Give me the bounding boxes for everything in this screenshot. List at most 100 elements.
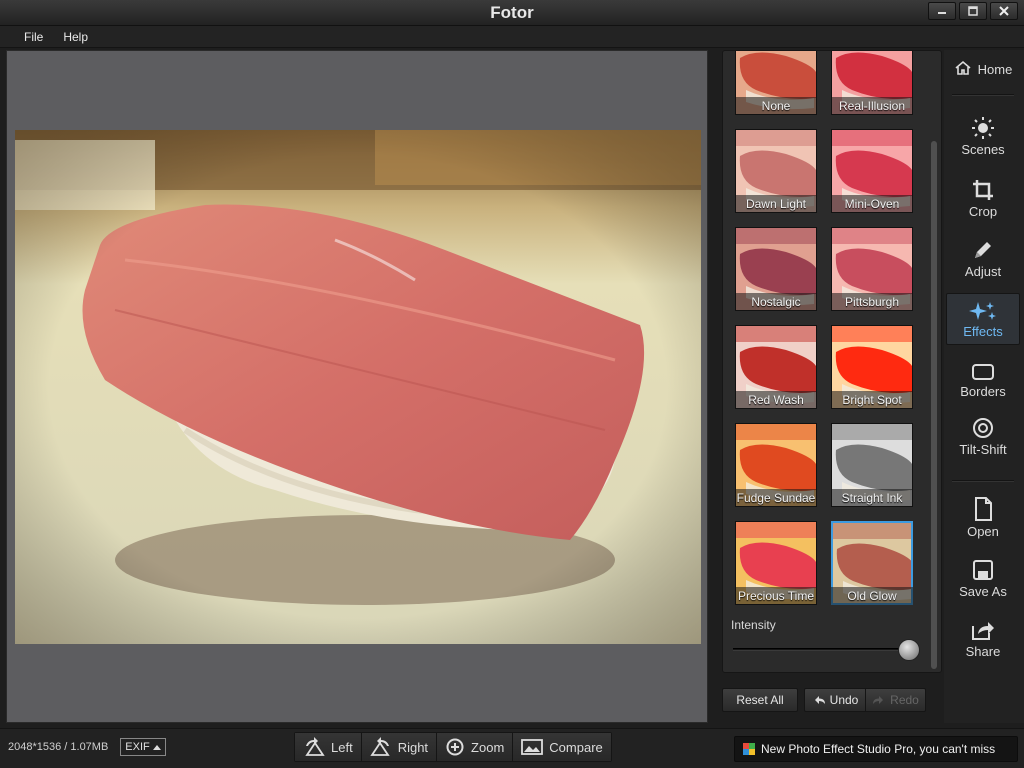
compare-label: Compare bbox=[549, 739, 603, 755]
effects-panel: None Real-Illusion Dawn Light Mini-Oven Nost… bbox=[722, 50, 942, 673]
zoom-button[interactable]: Zoom bbox=[437, 733, 514, 761]
promo-text: New Photo Effect Studio Pro, you can't m… bbox=[761, 742, 996, 756]
photo-preview[interactable] bbox=[15, 130, 701, 644]
undo-icon bbox=[814, 696, 825, 704]
share-icon bbox=[972, 622, 994, 640]
app-title: Fotor bbox=[490, 3, 534, 22]
effect-pittsburgh[interactable]: Pittsburgh bbox=[829, 225, 915, 313]
sidebar-item-label: Home bbox=[977, 61, 1013, 77]
right-sidebar: Home Scenes Crop Adjust Effects Borders … bbox=[944, 50, 1024, 723]
effect-bright-spot[interactable]: Bright Spot bbox=[829, 323, 915, 411]
menu-file[interactable]: File bbox=[14, 30, 53, 44]
effect-label: Precious Time bbox=[735, 587, 817, 605]
effect-real-illusion[interactable]: Real-Illusion bbox=[829, 51, 915, 117]
rotate-right-label: Right bbox=[397, 739, 429, 755]
zoom-icon bbox=[446, 738, 464, 756]
effect-straight-ink[interactable]: Straight Ink bbox=[829, 421, 915, 509]
close-button[interactable] bbox=[990, 2, 1018, 20]
sidebar-item-label: Tilt-Shift bbox=[959, 442, 1007, 457]
zoom-label: Zoom bbox=[471, 739, 505, 755]
effect-label: Straight Ink bbox=[831, 489, 913, 507]
effect-label: None bbox=[735, 97, 817, 115]
minimize-button[interactable] bbox=[928, 2, 956, 20]
effect-label: Old Glow bbox=[831, 587, 913, 605]
home-icon bbox=[955, 60, 971, 75]
menu-bar: File Help bbox=[0, 26, 1024, 48]
sidebar-item-label: Adjust bbox=[964, 264, 1002, 279]
sidebar-item-effects[interactable]: Effects bbox=[946, 293, 1020, 345]
intensity-label: Intensity bbox=[731, 618, 776, 632]
undo-redo-group: Undo Redo bbox=[804, 688, 926, 712]
image-canvas[interactable] bbox=[6, 50, 708, 723]
close-icon bbox=[999, 6, 1009, 16]
sidebar-item-scenes[interactable]: Scenes bbox=[946, 116, 1020, 157]
effect-nostalgic[interactable]: Nostalgic bbox=[733, 225, 819, 313]
sidebar-item-label: Effects bbox=[963, 324, 1003, 339]
sidebar-item-save-as[interactable]: Save As bbox=[946, 558, 1020, 599]
sidebar-item-label: Save As bbox=[959, 584, 1007, 599]
sidebar-item-label: Share bbox=[965, 644, 1001, 659]
bottom-toolbar: Left Right Zoom Compare bbox=[294, 732, 612, 762]
minimize-icon bbox=[938, 12, 946, 14]
rotate-left-icon bbox=[305, 737, 325, 756]
reset-all-button[interactable]: Reset All bbox=[722, 688, 798, 712]
effect-label: Fudge Sundae bbox=[735, 489, 817, 507]
menu-help[interactable]: Help bbox=[53, 30, 98, 44]
panel-scrollbar[interactable] bbox=[931, 141, 937, 669]
sidebar-item-open[interactable]: Open bbox=[946, 496, 1020, 539]
rotate-left-label: Left bbox=[331, 739, 353, 755]
rotate-right-icon bbox=[370, 737, 390, 756]
color-logo-icon bbox=[743, 743, 755, 755]
maximize-button[interactable] bbox=[959, 2, 987, 20]
effect-mini-oven[interactable]: Mini-Oven bbox=[829, 127, 915, 215]
promo-banner[interactable]: New Photo Effect Studio Pro, you can't m… bbox=[734, 736, 1018, 762]
rotate-left-button[interactable]: Left bbox=[295, 733, 362, 761]
sidebar-item-share[interactable]: Share bbox=[946, 618, 1020, 659]
effect-precious-time[interactable]: Precious Time bbox=[733, 519, 819, 607]
undo-label: Undo bbox=[829, 693, 859, 707]
exif-label: EXIF bbox=[125, 741, 150, 753]
sidebar-item-tilt-shift[interactable]: Tilt-Shift bbox=[946, 416, 1020, 457]
sidebar-item-label: Crop bbox=[968, 204, 998, 219]
effect-label: Nostalgic bbox=[735, 293, 817, 311]
redo-button[interactable]: Redo bbox=[866, 688, 926, 712]
panel-actions: Reset All Undo Redo bbox=[722, 688, 930, 712]
sidebar-item-crop[interactable]: Crop bbox=[946, 178, 1020, 219]
sidebar-item-label: Open bbox=[967, 524, 999, 539]
effect-dawn-light[interactable]: Dawn Light bbox=[733, 127, 819, 215]
status-bar: 2048*1536 / 1.07MB EXIF Left Right Zoom … bbox=[0, 728, 1024, 768]
image-dimensions: 2048*1536 / 1.07MB bbox=[8, 741, 109, 753]
intensity-slider-track[interactable] bbox=[733, 648, 909, 651]
redo-label: Redo bbox=[890, 693, 919, 707]
sparkle-icon bbox=[969, 302, 996, 320]
effect-label: Bright Spot bbox=[831, 391, 913, 409]
pencil-icon bbox=[975, 242, 991, 258]
border-icon bbox=[972, 364, 994, 380]
target-icon bbox=[973, 418, 993, 438]
effect-label: Mini-Oven bbox=[831, 195, 913, 213]
intensity-slider-knob[interactable] bbox=[898, 639, 920, 661]
compare-button[interactable]: Compare bbox=[513, 733, 611, 761]
title-bar: Fotor bbox=[0, 0, 1024, 26]
sidebar-divider bbox=[952, 94, 1014, 96]
caret-up-icon bbox=[152, 745, 161, 750]
rotate-right-button[interactable]: Right bbox=[361, 733, 438, 761]
sidebar-item-borders[interactable]: Borders bbox=[946, 362, 1020, 399]
maximize-icon bbox=[968, 6, 978, 16]
sun-icon bbox=[972, 117, 994, 139]
effect-red-wash[interactable]: Red Wash bbox=[733, 323, 819, 411]
effect-old-glow[interactable]: Old Glow bbox=[829, 519, 915, 607]
sidebar-item-home[interactable]: Home bbox=[946, 58, 1020, 80]
sidebar-item-adjust[interactable]: Adjust bbox=[946, 238, 1020, 279]
window-controls bbox=[928, 2, 1018, 20]
undo-button[interactable]: Undo bbox=[804, 688, 866, 712]
crop-icon bbox=[973, 180, 993, 200]
effect-none[interactable]: None bbox=[733, 51, 819, 117]
image-icon bbox=[521, 739, 544, 755]
effect-label: Red Wash bbox=[735, 391, 817, 409]
effect-label: Dawn Light bbox=[735, 195, 817, 213]
exif-button[interactable]: EXIF bbox=[120, 738, 166, 756]
redo-icon bbox=[873, 696, 884, 704]
effect-fudge-sundae[interactable]: Fudge Sundae bbox=[733, 421, 819, 509]
sidebar-item-label: Borders bbox=[960, 384, 1006, 399]
